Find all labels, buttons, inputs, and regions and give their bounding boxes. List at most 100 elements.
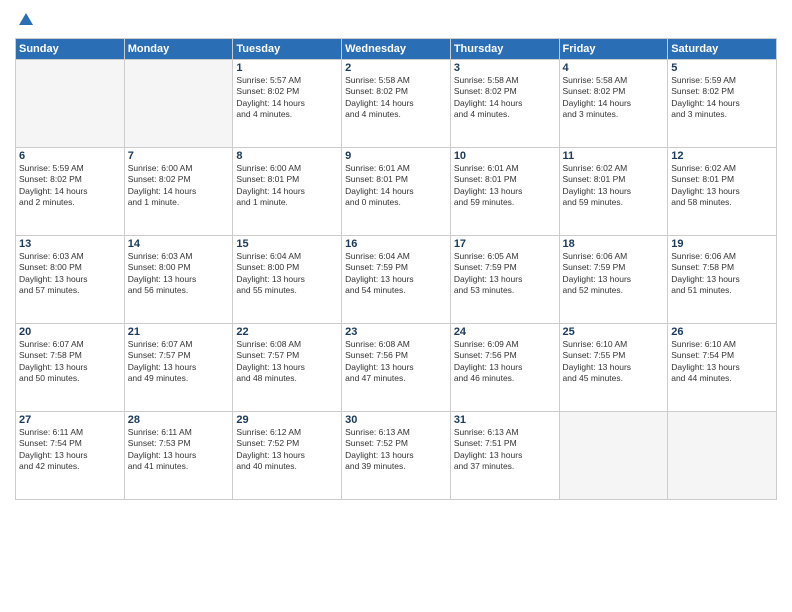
- day-detail: Sunrise: 6:13 AM Sunset: 7:52 PM Dayligh…: [345, 427, 447, 473]
- day-cell: [124, 59, 233, 147]
- day-number: 25: [563, 326, 665, 338]
- day-number: 22: [236, 326, 338, 338]
- day-cell: 7Sunrise: 6:00 AM Sunset: 8:02 PM Daylig…: [124, 147, 233, 235]
- day-cell: 5Sunrise: 5:59 AM Sunset: 8:02 PM Daylig…: [668, 59, 777, 147]
- week-row-4: 20Sunrise: 6:07 AM Sunset: 7:58 PM Dayli…: [16, 323, 777, 411]
- day-detail: Sunrise: 6:00 AM Sunset: 8:01 PM Dayligh…: [236, 163, 338, 209]
- day-cell: 18Sunrise: 6:06 AM Sunset: 7:59 PM Dayli…: [559, 235, 668, 323]
- col-header-thursday: Thursday: [450, 38, 559, 59]
- week-row-1: 1Sunrise: 5:57 AM Sunset: 8:02 PM Daylig…: [16, 59, 777, 147]
- day-number: 6: [19, 150, 121, 162]
- day-cell: 2Sunrise: 5:58 AM Sunset: 8:02 PM Daylig…: [342, 59, 451, 147]
- day-number: 5: [671, 62, 773, 74]
- week-row-3: 13Sunrise: 6:03 AM Sunset: 8:00 PM Dayli…: [16, 235, 777, 323]
- day-detail: Sunrise: 5:57 AM Sunset: 8:02 PM Dayligh…: [236, 75, 338, 121]
- calendar-header-row: SundayMondayTuesdayWednesdayThursdayFrid…: [16, 38, 777, 59]
- day-cell: 10Sunrise: 6:01 AM Sunset: 8:01 PM Dayli…: [450, 147, 559, 235]
- day-cell: 13Sunrise: 6:03 AM Sunset: 8:00 PM Dayli…: [16, 235, 125, 323]
- day-cell: 24Sunrise: 6:09 AM Sunset: 7:56 PM Dayli…: [450, 323, 559, 411]
- day-detail: Sunrise: 5:58 AM Sunset: 8:02 PM Dayligh…: [563, 75, 665, 121]
- day-cell: [559, 411, 668, 499]
- day-number: 19: [671, 238, 773, 250]
- logo-icon: [17, 11, 35, 29]
- day-cell: 6Sunrise: 5:59 AM Sunset: 8:02 PM Daylig…: [16, 147, 125, 235]
- day-number: 9: [345, 150, 447, 162]
- day-cell: 31Sunrise: 6:13 AM Sunset: 7:51 PM Dayli…: [450, 411, 559, 499]
- day-detail: Sunrise: 6:11 AM Sunset: 7:54 PM Dayligh…: [19, 427, 121, 473]
- day-number: 12: [671, 150, 773, 162]
- day-detail: Sunrise: 6:05 AM Sunset: 7:59 PM Dayligh…: [454, 251, 556, 297]
- day-detail: Sunrise: 6:02 AM Sunset: 8:01 PM Dayligh…: [671, 163, 773, 209]
- day-cell: 11Sunrise: 6:02 AM Sunset: 8:01 PM Dayli…: [559, 147, 668, 235]
- day-detail: Sunrise: 6:08 AM Sunset: 7:56 PM Dayligh…: [345, 339, 447, 385]
- day-detail: Sunrise: 5:59 AM Sunset: 8:02 PM Dayligh…: [671, 75, 773, 121]
- day-detail: Sunrise: 6:01 AM Sunset: 8:01 PM Dayligh…: [454, 163, 556, 209]
- day-detail: Sunrise: 6:10 AM Sunset: 7:54 PM Dayligh…: [671, 339, 773, 385]
- day-number: 3: [454, 62, 556, 74]
- day-detail: Sunrise: 5:58 AM Sunset: 8:02 PM Dayligh…: [345, 75, 447, 121]
- day-detail: Sunrise: 6:03 AM Sunset: 8:00 PM Dayligh…: [128, 251, 230, 297]
- day-number: 17: [454, 238, 556, 250]
- day-detail: Sunrise: 6:01 AM Sunset: 8:01 PM Dayligh…: [345, 163, 447, 209]
- day-cell: 29Sunrise: 6:12 AM Sunset: 7:52 PM Dayli…: [233, 411, 342, 499]
- day-cell: [668, 411, 777, 499]
- col-header-monday: Monday: [124, 38, 233, 59]
- day-detail: Sunrise: 6:03 AM Sunset: 8:00 PM Dayligh…: [19, 251, 121, 297]
- day-cell: 30Sunrise: 6:13 AM Sunset: 7:52 PM Dayli…: [342, 411, 451, 499]
- day-number: 11: [563, 150, 665, 162]
- day-cell: 4Sunrise: 5:58 AM Sunset: 8:02 PM Daylig…: [559, 59, 668, 147]
- day-cell: 17Sunrise: 6:05 AM Sunset: 7:59 PM Dayli…: [450, 235, 559, 323]
- day-cell: 25Sunrise: 6:10 AM Sunset: 7:55 PM Dayli…: [559, 323, 668, 411]
- logo-text: [15, 10, 35, 30]
- day-cell: 8Sunrise: 6:00 AM Sunset: 8:01 PM Daylig…: [233, 147, 342, 235]
- day-cell: 28Sunrise: 6:11 AM Sunset: 7:53 PM Dayli…: [124, 411, 233, 499]
- day-number: 28: [128, 414, 230, 426]
- calendar: SundayMondayTuesdayWednesdayThursdayFrid…: [15, 38, 777, 500]
- day-number: 7: [128, 150, 230, 162]
- day-detail: Sunrise: 6:12 AM Sunset: 7:52 PM Dayligh…: [236, 427, 338, 473]
- day-number: 18: [563, 238, 665, 250]
- day-detail: Sunrise: 5:58 AM Sunset: 8:02 PM Dayligh…: [454, 75, 556, 121]
- day-number: 23: [345, 326, 447, 338]
- page: SundayMondayTuesdayWednesdayThursdayFrid…: [0, 0, 792, 612]
- day-number: 30: [345, 414, 447, 426]
- day-cell: 27Sunrise: 6:11 AM Sunset: 7:54 PM Dayli…: [16, 411, 125, 499]
- day-cell: [16, 59, 125, 147]
- day-number: 8: [236, 150, 338, 162]
- day-number: 29: [236, 414, 338, 426]
- day-cell: 19Sunrise: 6:06 AM Sunset: 7:58 PM Dayli…: [668, 235, 777, 323]
- day-detail: Sunrise: 6:00 AM Sunset: 8:02 PM Dayligh…: [128, 163, 230, 209]
- day-cell: 3Sunrise: 5:58 AM Sunset: 8:02 PM Daylig…: [450, 59, 559, 147]
- day-cell: 9Sunrise: 6:01 AM Sunset: 8:01 PM Daylig…: [342, 147, 451, 235]
- day-detail: Sunrise: 6:06 AM Sunset: 7:59 PM Dayligh…: [563, 251, 665, 297]
- day-cell: 16Sunrise: 6:04 AM Sunset: 7:59 PM Dayli…: [342, 235, 451, 323]
- day-number: 16: [345, 238, 447, 250]
- col-header-tuesday: Tuesday: [233, 38, 342, 59]
- day-number: 26: [671, 326, 773, 338]
- day-cell: 1Sunrise: 5:57 AM Sunset: 8:02 PM Daylig…: [233, 59, 342, 147]
- day-cell: 15Sunrise: 6:04 AM Sunset: 8:00 PM Dayli…: [233, 235, 342, 323]
- day-detail: Sunrise: 6:04 AM Sunset: 8:00 PM Dayligh…: [236, 251, 338, 297]
- day-detail: Sunrise: 6:02 AM Sunset: 8:01 PM Dayligh…: [563, 163, 665, 209]
- day-number: 27: [19, 414, 121, 426]
- day-cell: 12Sunrise: 6:02 AM Sunset: 8:01 PM Dayli…: [668, 147, 777, 235]
- day-number: 14: [128, 238, 230, 250]
- logo: [15, 10, 35, 30]
- day-number: 13: [19, 238, 121, 250]
- day-number: 4: [563, 62, 665, 74]
- day-detail: Sunrise: 6:07 AM Sunset: 7:58 PM Dayligh…: [19, 339, 121, 385]
- day-number: 15: [236, 238, 338, 250]
- week-row-5: 27Sunrise: 6:11 AM Sunset: 7:54 PM Dayli…: [16, 411, 777, 499]
- day-cell: 21Sunrise: 6:07 AM Sunset: 7:57 PM Dayli…: [124, 323, 233, 411]
- day-detail: Sunrise: 6:07 AM Sunset: 7:57 PM Dayligh…: [128, 339, 230, 385]
- day-cell: 14Sunrise: 6:03 AM Sunset: 8:00 PM Dayli…: [124, 235, 233, 323]
- col-header-sunday: Sunday: [16, 38, 125, 59]
- day-cell: 22Sunrise: 6:08 AM Sunset: 7:57 PM Dayli…: [233, 323, 342, 411]
- day-number: 21: [128, 326, 230, 338]
- day-detail: Sunrise: 6:11 AM Sunset: 7:53 PM Dayligh…: [128, 427, 230, 473]
- col-header-saturday: Saturday: [668, 38, 777, 59]
- day-number: 31: [454, 414, 556, 426]
- day-detail: Sunrise: 6:04 AM Sunset: 7:59 PM Dayligh…: [345, 251, 447, 297]
- day-detail: Sunrise: 6:13 AM Sunset: 7:51 PM Dayligh…: [454, 427, 556, 473]
- col-header-wednesday: Wednesday: [342, 38, 451, 59]
